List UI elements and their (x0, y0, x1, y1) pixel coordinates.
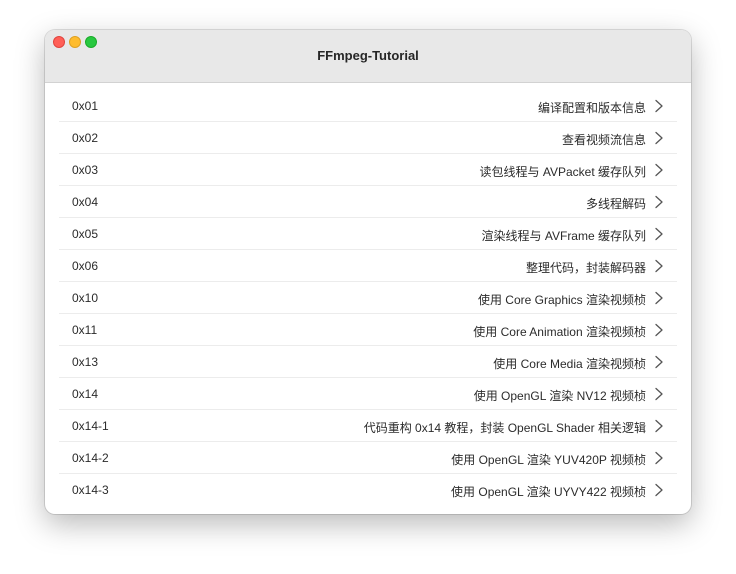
chevron-right-icon (655, 99, 663, 113)
list-item[interactable]: 0x11 使用 Core Animation 渲染视频桢 (59, 314, 677, 346)
chevron-right-icon (655, 451, 663, 465)
list-item-id: 0x05 (72, 227, 99, 241)
list-item-label: 使用 Core Graphics 渲染视频桢 (477, 293, 646, 307)
list-item-label: 使用 Core Animation 渲染视频桢 (473, 325, 646, 339)
list-item-id: 0x14-3 (72, 483, 109, 497)
chevron-right-icon (655, 323, 663, 337)
list-item-id: 0x01 (72, 99, 99, 113)
list-item[interactable]: 0x01 编译配置和版本信息 (59, 90, 677, 122)
title-bar[interactable]: FFmpeg-Tutorial (45, 30, 691, 83)
list-item[interactable]: 0x14-1 代码重构 0x14 教程，封装 OpenGL Shader 相关逻… (59, 410, 677, 442)
list-item-label: 渲染线程与 AVFrame 缓存队列 (481, 229, 646, 243)
list-item-id: 0x06 (72, 259, 99, 273)
chevron-right-icon (655, 131, 663, 145)
list-item[interactable]: 0x04 多线程解码 (59, 186, 677, 218)
list-item[interactable]: 0x06 整理代码，封装解码器 (59, 250, 677, 282)
tutorial-list: 0x01 编译配置和版本信息 0x02 查看视频流信息 0x03 读包线程与 A… (45, 90, 691, 506)
list-item-label: 读包线程与 AVPacket 缓存队列 (479, 165, 646, 179)
chevron-right-icon (655, 259, 663, 273)
chevron-right-icon (655, 291, 663, 305)
list-item-label: 使用 OpenGL 渲染 NV12 视频桢 (473, 389, 646, 403)
list-item-id: 0x04 (72, 195, 99, 209)
list-item-label: 使用 OpenGL 渲染 UYVY422 视频桢 (451, 485, 646, 499)
list-item-label: 查看视频流信息 (561, 133, 646, 147)
list-item[interactable]: 0x10 使用 Core Graphics 渲染视频桢 (59, 282, 677, 314)
list-item[interactable]: 0x13 使用 Core Media 渲染视频桢 (59, 346, 677, 378)
zoom-window-button[interactable] (85, 36, 97, 48)
app-window: FFmpeg-Tutorial 0x01 编译配置和版本信息 0x02 查看视频… (45, 30, 691, 514)
close-window-button[interactable] (53, 36, 65, 48)
window-title: FFmpeg-Tutorial (317, 48, 419, 63)
list-item-label: 使用 Core Media 渲染视频桢 (493, 357, 646, 371)
chevron-right-icon (655, 195, 663, 209)
list-item[interactable]: 0x05 渲染线程与 AVFrame 缓存队列 (59, 218, 677, 250)
chevron-right-icon (655, 227, 663, 241)
list-item-id: 0x11 (72, 323, 98, 337)
list-item-label: 编译配置和版本信息 (537, 101, 646, 115)
list-item-label: 使用 OpenGL 渲染 YUV420P 视频桢 (451, 453, 646, 467)
list-item-id: 0x13 (72, 355, 99, 369)
chevron-right-icon (655, 419, 663, 433)
list-item-id: 0x02 (72, 131, 99, 145)
list-item-id: 0x14-2 (72, 451, 109, 465)
chevron-right-icon (655, 483, 663, 497)
list-item-id: 0x14 (72, 387, 99, 401)
list-item[interactable]: 0x02 查看视频流信息 (59, 122, 677, 154)
minimize-window-button[interactable] (69, 36, 81, 48)
chevron-right-icon (655, 355, 663, 369)
list-item-id: 0x14-1 (72, 419, 109, 433)
list-item[interactable]: 0x14-2 使用 OpenGL 渲染 YUV420P 视频桢 (59, 442, 677, 474)
list-item-id: 0x03 (72, 163, 99, 177)
list-item-label: 多线程解码 (585, 197, 646, 211)
list-item[interactable]: 0x03 读包线程与 AVPacket 缓存队列 (59, 154, 677, 186)
list-item-label: 代码重构 0x14 教程，封装 OpenGL Shader 相关逻辑 (363, 421, 646, 435)
chevron-right-icon (655, 163, 663, 177)
list-item[interactable]: 0x14-3 使用 OpenGL 渲染 UYVY422 视频桢 (59, 474, 677, 506)
list-item-label: 整理代码，封装解码器 (525, 261, 646, 275)
list-item-id: 0x10 (72, 291, 99, 305)
chevron-right-icon (655, 387, 663, 401)
list-item[interactable]: 0x14 使用 OpenGL 渲染 NV12 视频桢 (59, 378, 677, 410)
